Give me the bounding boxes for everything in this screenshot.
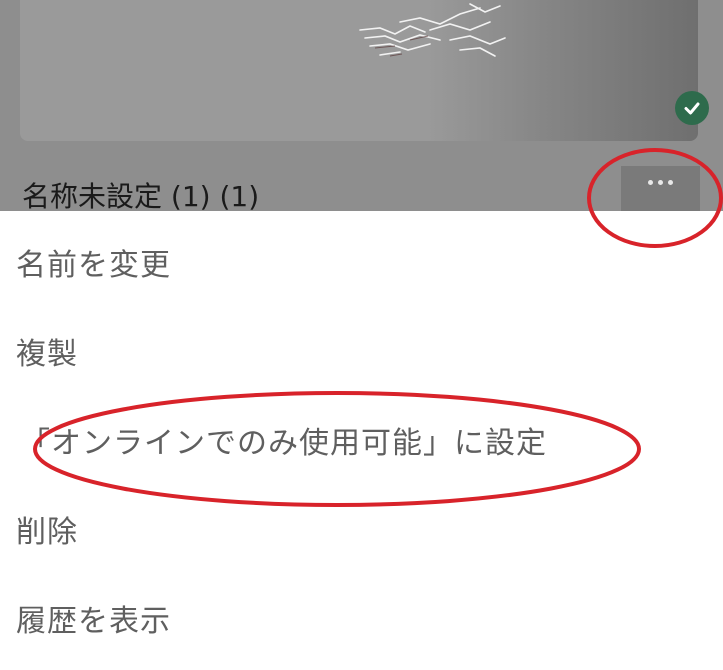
check-circle-icon xyxy=(675,91,709,125)
sketch-preview xyxy=(359,3,506,57)
menu-item-delete[interactable]: 削除 xyxy=(16,507,78,551)
context-menu: 名前を変更 複製 「オンラインでのみ使用可能」に設定 削除 履歴を表示 xyxy=(0,211,723,670)
menu-item-rename[interactable]: 名前を変更 xyxy=(16,240,171,284)
dimmed-background: 名称未設定 (1) (1) xyxy=(0,0,723,211)
screen: 名称未設定 (1) (1) 名前を変更 複製 「オンラインでのみ使用可能」に設定… xyxy=(0,0,723,670)
file-thumbnail[interactable] xyxy=(20,0,709,141)
more-options-button[interactable] xyxy=(621,166,700,211)
menu-item-duplicate[interactable]: 複製 xyxy=(16,329,78,373)
menu-item-online-only[interactable]: 「オンラインでのみ使用可能」に設定 xyxy=(20,418,547,462)
file-name-label: 名称未設定 (1) (1) xyxy=(22,180,260,211)
ellipsis-icon xyxy=(648,180,673,185)
menu-item-show-history[interactable]: 履歴を表示 xyxy=(16,596,171,640)
